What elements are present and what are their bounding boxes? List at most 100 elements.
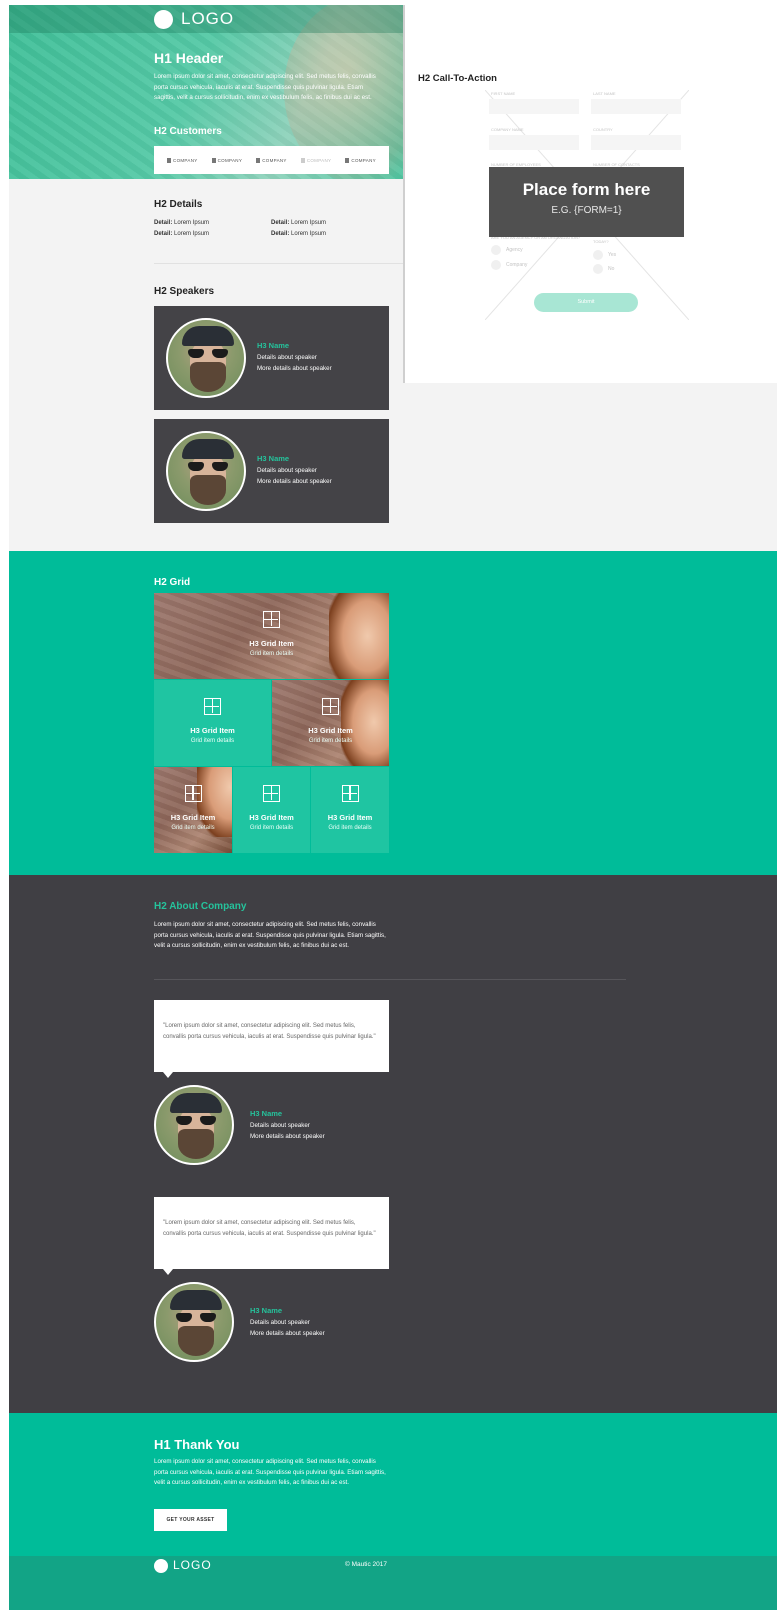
hero-title: H1 Header <box>154 50 224 66</box>
country-label: COUNTRY <box>593 127 613 132</box>
company-logo-icon <box>167 157 172 163</box>
testimonial-details: Details about speaker <box>250 1122 310 1129</box>
grid-item-title: H3 Grid Item <box>170 813 216 822</box>
customer-logo: COMPANY <box>211 157 243 163</box>
testimonial-name: H3 Name <box>250 1109 283 1118</box>
testimonial-quote: "Lorem ipsum dolor sit amet, consectetur… <box>154 1197 389 1275</box>
grid-icon <box>204 698 221 715</box>
about-section: H2 About Company Lorem ipsum dolor sit a… <box>9 875 777 1413</box>
logo-icon[interactable] <box>154 10 173 29</box>
about-paragraph: Lorem ipsum dolor sit amet, consectetur … <box>154 921 386 949</box>
about-title: H2 About Company <box>154 901 247 912</box>
grid-item-details: Grid item details <box>328 825 372 831</box>
thank-you-section: H1 Thank You Lorem ipsum dolor sit amet,… <box>9 1413 777 1556</box>
grid-item[interactable]: H3 Grid Item Grid item details <box>154 593 389 679</box>
grid-item-title: H3 Grid Item <box>190 726 235 735</box>
last-name-input[interactable] <box>591 99 681 114</box>
company-logo-icon <box>345 157 350 163</box>
grid-icon <box>184 785 202 802</box>
grid-item[interactable]: H3 Grid Item Grid item details <box>311 767 389 853</box>
grid-item-details: Grid item details <box>249 651 294 657</box>
hero-paragraph: Lorem ipsum dolor sit amet, consectetur … <box>154 73 376 101</box>
testimonial-more-details: More details about speaker <box>250 1133 325 1140</box>
grid-item-details: Grid item details <box>171 825 215 831</box>
grid-item-title: H3 Grid Item <box>249 639 294 648</box>
speaker-avatar <box>166 318 246 398</box>
grid-item-title: H3 Grid Item <box>327 813 373 822</box>
company-radio[interactable] <box>491 260 501 270</box>
grid-icon <box>263 785 280 802</box>
grid-item-details: Grid item details <box>249 825 294 831</box>
footer-logo-text[interactable]: LOGO <box>173 1558 212 1572</box>
testimonial-quote: "Lorem ipsum dolor sit amet, consectetur… <box>154 1000 389 1078</box>
submit-button[interactable]: Submit <box>534 293 638 312</box>
testimonial-text: "Lorem ipsum dolor sit amet, consectetur… <box>163 1220 376 1237</box>
speaker-details: Details about speaker <box>257 354 317 361</box>
testimonial-text: "Lorem ipsum dolor sit amet, consectetur… <box>163 1023 376 1040</box>
grid-section: H2 Grid H3 Grid Item Grid item details H… <box>9 551 777 875</box>
last-name-label: LAST NAME <box>593 91 616 96</box>
grid-title: H2 Grid <box>154 577 191 588</box>
speaker-name: H3 Name <box>257 341 290 350</box>
hero-section: LOGO H1 Header Lorem ipsum dolor sit ame… <box>9 5 414 179</box>
thank-you-title: H1 Thank You <box>154 1437 240 1452</box>
cta-panel: H2 Call-To-Action FIRST NAME LAST NAME C… <box>403 5 777 383</box>
get-asset-button[interactable]: GET YOUR ASSET <box>154 1509 227 1531</box>
grid-item[interactable]: H3 Grid Item Grid item details <box>233 767 310 853</box>
detail-item: Detail: Lorem Ipsum <box>154 231 210 237</box>
detail-item: Detail: Lorem Ipsum <box>271 220 327 226</box>
testimonial-avatar <box>154 1085 234 1165</box>
country-select[interactable] <box>591 135 681 150</box>
testimonial-avatar <box>154 1282 234 1362</box>
grid-item-details: Grid item details <box>190 738 235 744</box>
grid-icon <box>341 785 359 802</box>
speaker-card: H3 Name Details about speaker More detai… <box>154 419 389 523</box>
customer-logo: COMPANY <box>345 157 376 163</box>
company-radio-label: Company <box>506 262 528 268</box>
agency-radio[interactable] <box>491 245 501 255</box>
footer-logo-icon[interactable] <box>154 1559 168 1573</box>
speaker-more-details: More details about speaker <box>257 365 332 372</box>
speaker-name: H3 Name <box>257 454 290 463</box>
form-placeholder: Place form here E.G. {FORM=1} <box>489 167 684 237</box>
grid-icon <box>322 698 339 715</box>
form-placeholder-title: Place form here <box>522 180 651 199</box>
form-placeholder-token: E.G. {FORM=1} <box>551 205 622 216</box>
company-logo-icon <box>211 157 216 163</box>
company-name-label: COMPANY NAME <box>491 127 524 132</box>
grid-item[interactable]: H3 Grid Item Grid item details <box>272 680 389 766</box>
grid-item-details: Grid item details <box>308 738 353 744</box>
company-name-input[interactable] <box>489 135 579 150</box>
divider <box>403 5 405 383</box>
grid-icon <box>263 611 280 628</box>
copyright-text: © Mautic 2017 <box>345 1561 388 1568</box>
no-radio[interactable] <box>593 264 603 274</box>
details-title: H2 Details <box>154 199 203 210</box>
detail-item: Detail: Lorem Ipsum <box>271 231 327 237</box>
yes-radio-label: Yes <box>608 252 617 258</box>
no-radio-label: No <box>608 266 615 272</box>
company-logo-icon <box>256 157 261 163</box>
section-divider <box>154 979 626 980</box>
grid-item[interactable]: H3 Grid Item Grid item details <box>154 767 232 853</box>
customer-logo: COMPANY <box>256 157 287 163</box>
speaker-details: Details about speaker <box>257 467 317 474</box>
testimonial-details: Details about speaker <box>250 1319 310 1326</box>
section-divider <box>154 263 403 264</box>
yes-radio[interactable] <box>593 250 603 260</box>
testimonial-more-details: More details about speaker <box>250 1330 325 1337</box>
speaker-avatar <box>166 431 246 511</box>
customer-logo: COMPANY <box>300 157 332 163</box>
speakers-title: H2 Speakers <box>154 286 215 297</box>
first-name-input[interactable] <box>489 99 579 114</box>
first-name-label: FIRST NAME <box>491 91 516 96</box>
footer: LOGO © Mautic 2017 <box>9 1556 777 1610</box>
cta-title: H2 Call-To-Action <box>418 73 497 84</box>
grid-item-title: H3 Grid Item <box>308 726 353 735</box>
grid-item-title: H3 Grid Item <box>249 813 294 822</box>
agency-radio-label: Agency <box>506 247 523 253</box>
speaker-more-details: More details about speaker <box>257 478 332 485</box>
today-question-label: TODAY? <box>593 239 609 244</box>
logo-text[interactable]: LOGO <box>181 9 234 29</box>
grid-item[interactable]: H3 Grid Item Grid item details <box>154 680 271 766</box>
